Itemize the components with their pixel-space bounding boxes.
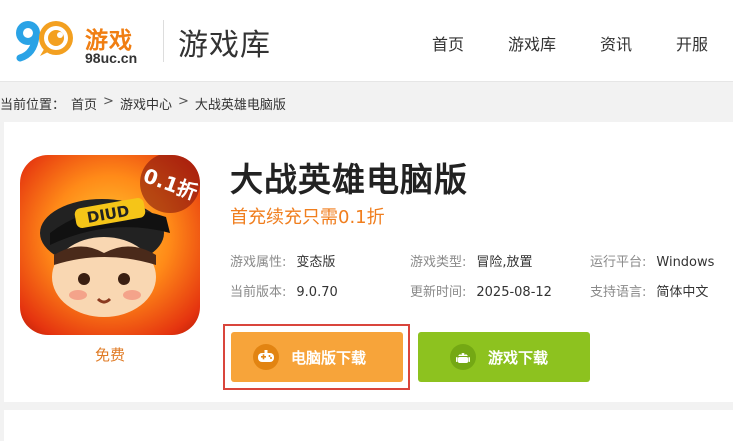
meta-language: 支持语言: 简体中文 <box>590 281 708 300</box>
meta-value: 简体中文 <box>656 285 709 300</box>
breadcrumb-prefix: 当前位置： <box>0 98 66 113</box>
gamepad-icon <box>253 344 279 370</box>
meta-value: Windows <box>656 255 715 270</box>
breadcrumb: 当前位置： 首页 > 游戏中心 > 大战英雄电脑版 <box>0 94 286 113</box>
meta-version: 当前版本: 9.0.70 <box>230 281 338 300</box>
meta-game-attribute: 游戏属性: 变态版 <box>230 251 335 270</box>
meta-value: 9.0.70 <box>296 285 338 300</box>
nav-news[interactable]: 资讯 <box>600 31 632 55</box>
meta-platform: 运行平台: Windows <box>590 251 714 270</box>
breadcrumb-current: 大战英雄电脑版 <box>194 98 286 113</box>
meta-key: 游戏属性: <box>230 255 287 270</box>
meta-value: 2025-08-12 <box>476 285 552 300</box>
pc-download-button[interactable]: 电脑版下载 <box>231 332 403 382</box>
meta-key: 支持语言: <box>590 285 647 300</box>
breadcrumb-separator: > <box>103 94 114 109</box>
breadcrumb-home[interactable]: 首页 <box>71 94 97 113</box>
meta-key: 游戏类型: <box>410 255 467 270</box>
breadcrumb-game-center[interactable]: 游戏中心 <box>120 94 172 113</box>
game-character-icon: 0.1折 DIUD <box>40 155 200 317</box>
game-icon-image: 0.1折 DIUD <box>20 155 200 335</box>
logo-98-icon <box>16 21 73 62</box>
promo-text: 首充续充只需0.1折 <box>230 207 385 228</box>
game-download-label: 游戏下载 <box>488 348 549 367</box>
breadcrumb-separator: > <box>177 94 189 109</box>
nav-home[interactable]: 首页 <box>432 31 464 55</box>
meta-value: 变态版 <box>296 255 336 270</box>
nav-server-open[interactable]: 开服 <box>676 31 708 55</box>
nav-game-library[interactable]: 游戏库 <box>508 31 556 55</box>
pc-download-label: 电脑版下载 <box>291 348 367 367</box>
meta-value: 冒险,放置 <box>476 255 533 270</box>
meta-key: 运行平台: <box>590 255 647 270</box>
meta-game-type: 游戏类型: 冒险,放置 <box>410 251 533 270</box>
price-free-label: 免费 <box>94 346 125 364</box>
android-icon <box>450 344 476 370</box>
meta-key: 当前版本: <box>230 285 287 300</box>
meta-update-time: 更新时间: 2025-08-12 <box>410 281 552 300</box>
page-title: 游戏库 <box>178 28 271 63</box>
logo-domain: 98uc.cn <box>85 50 138 66</box>
site-header: 游戏 98uc.cn 游戏库 首页 游戏库 资讯 开服 <box>0 0 733 82</box>
next-section-card <box>4 410 733 441</box>
header-divider <box>163 20 164 62</box>
game-download-button[interactable]: 游戏下载 <box>418 332 590 382</box>
meta-key: 更新时间: <box>410 285 467 300</box>
game-title: 大战英雄电脑版 <box>230 160 468 199</box>
site-logo[interactable]: 游戏 98uc.cn <box>12 10 152 70</box>
